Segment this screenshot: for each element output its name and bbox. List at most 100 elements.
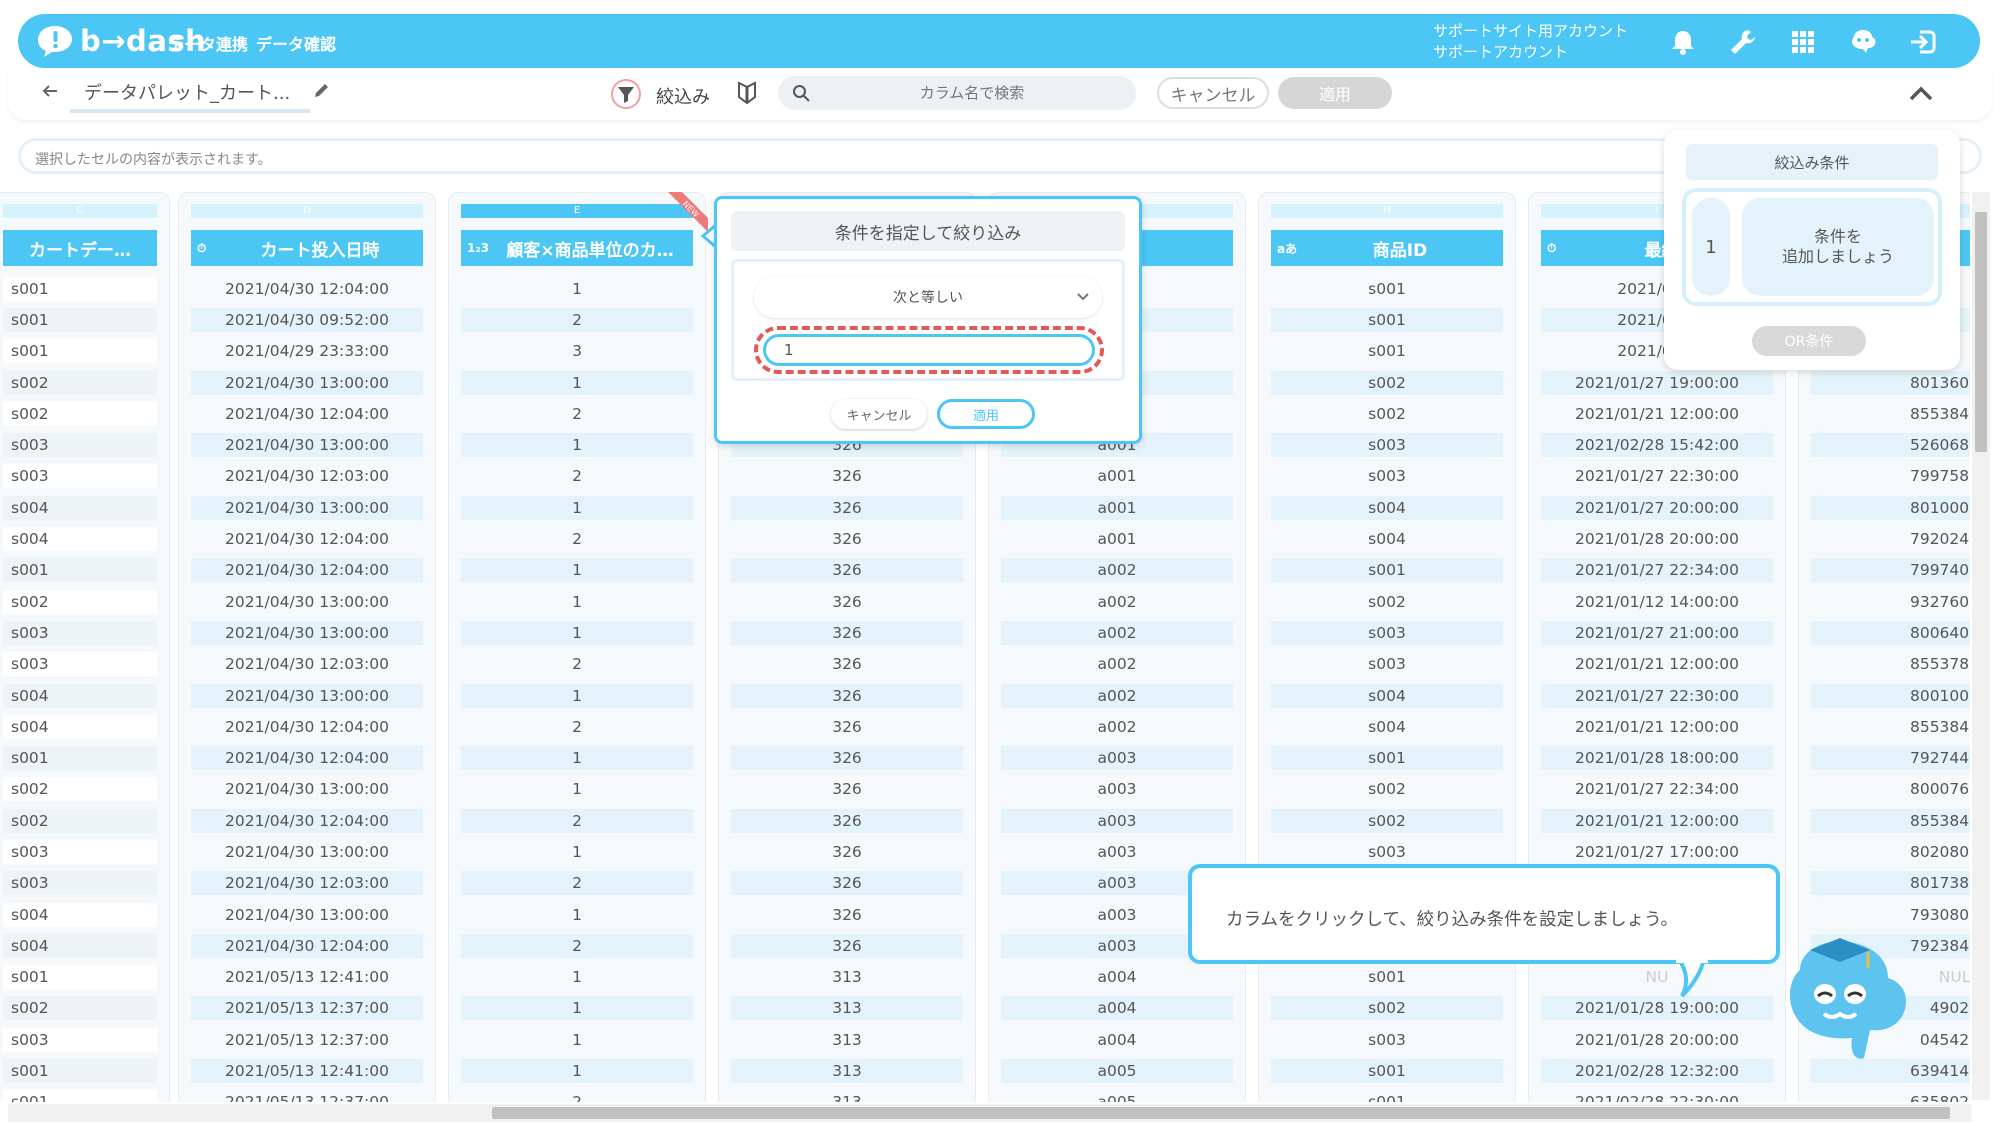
table-cell[interactable]: 1 [461,492,693,523]
table-cell[interactable]: s003 [1271,429,1503,460]
column-header[interactable]: ⏱ カート投入日時 [191,230,423,266]
toolbar-cancel-button[interactable]: キャンセル [1157,77,1269,109]
table-cell[interactable]: 2021/04/30 12:04:00 [191,742,423,773]
table-cell[interactable]: s001 [3,742,157,773]
mascot-icon[interactable] [1848,27,1878,57]
table-cell[interactable]: 2 [461,1087,693,1102]
table-cell[interactable]: a004 [1001,993,1233,1024]
table-cell[interactable]: 2021/04/30 13:00:00 [191,367,423,398]
table-cell[interactable]: a001 [1001,492,1233,523]
table-cell[interactable]: 2021/04/30 12:03:00 [191,649,423,680]
table-cell[interactable]: 2021/04/29 23:33:00 [191,336,423,367]
table-cell[interactable]: s001 [3,1087,157,1102]
table-cell[interactable]: s001 [3,304,157,335]
table-cell[interactable]: s001 [1271,304,1503,335]
table-cell[interactable]: s003 [3,836,157,867]
table-cell[interactable]: s002 [3,774,157,805]
table-cell[interactable]: 2021/02/28 12:32:00 [1541,1055,1773,1086]
table-cell[interactable]: a005 [1001,1055,1233,1086]
table-cell[interactable]: s003 [1271,1024,1503,1055]
table-cell[interactable]: 2021/01/27 21:00:00 [1541,617,1773,648]
table-cell[interactable]: s004 [1271,492,1503,523]
table-cell[interactable]: a002 [1001,617,1233,648]
wrench-icon[interactable] [1728,27,1758,57]
table-cell[interactable]: 2021/04/30 13:00:00 [191,492,423,523]
table-cell[interactable]: 7997400 [1811,555,1970,586]
table-cell[interactable]: 7997580 [1811,461,1970,492]
column-letter[interactable]: H [1271,204,1503,218]
table-cell[interactable]: 2021/04/30 12:04:00 [191,930,423,961]
table-cell[interactable]: 1 [461,680,693,711]
table-cell[interactable]: s002 [1271,367,1503,398]
table-cell[interactable]: s001 [1271,742,1503,773]
table-cell[interactable]: 326 [731,711,963,742]
table-cell[interactable]: 2021/04/30 13:00:00 [191,774,423,805]
table-cell[interactable]: a003 [1001,774,1233,805]
table-cell[interactable]: s003 [1271,617,1503,648]
table-cell[interactable]: 5260680 [1811,429,1970,460]
table-cell[interactable]: s002 [1271,805,1503,836]
logout-icon[interactable] [1908,27,1938,57]
nav-data-integration[interactable]: データ連携 [168,31,248,55]
filter-button[interactable] [611,79,641,109]
table-cell[interactable]: s003 [3,868,157,899]
table-cell[interactable]: 7930800 [1811,899,1970,930]
table-cell[interactable]: 8013600 [1811,367,1970,398]
table-cell[interactable]: a002 [1001,680,1233,711]
table-cell[interactable]: 313 [731,1024,963,1055]
table-cell[interactable]: s003 [3,649,157,680]
table-cell[interactable]: 2021/04/30 12:03:00 [191,868,423,899]
table-cell[interactable]: s002 [3,586,157,617]
table-cell[interactable]: 2 [461,649,693,680]
table-cell[interactable]: 313 [731,1087,963,1102]
table-cell[interactable]: 326 [731,680,963,711]
horizontal-scroll-thumb[interactable] [492,1107,1950,1119]
table-cell[interactable]: 2021/05/13 12:37:00 [191,1087,423,1102]
table-cell[interactable]: NU [1541,962,1773,993]
table-cell[interactable]: 2021/01/28 20:00:00 [1541,523,1773,554]
table-cell[interactable]: 2021/01/27 22:34:00 [1541,555,1773,586]
table-cell[interactable]: 2021/01/21 12:00:00 [1541,649,1773,680]
table-cell[interactable]: s002 [3,398,157,429]
table-cell[interactable]: 2021/01/21 12:00:00 [1541,398,1773,429]
vertical-scrollbar[interactable] [1972,192,1990,1100]
table-cell[interactable]: 326 [731,868,963,899]
table-cell[interactable]: s003 [1271,649,1503,680]
table-cell[interactable]: 326 [731,492,963,523]
table-cell[interactable]: s002 [3,367,157,398]
table-cell[interactable]: 2021/01/28 20:00:00 [1541,1024,1773,1055]
table-cell[interactable]: 3 [461,336,693,367]
table-cell[interactable]: 2021/04/30 13:00:00 [191,586,423,617]
table-cell[interactable]: a003 [1001,836,1233,867]
table-cell[interactable]: 313 [731,1055,963,1086]
table-cell[interactable]: a002 [1001,555,1233,586]
table-cell[interactable]: 2021/04/30 12:04:00 [191,555,423,586]
table-cell[interactable]: 2021/04/30 12:04:00 [191,711,423,742]
table-cell[interactable]: 1 [461,1024,693,1055]
table-cell[interactable]: 326 [731,461,963,492]
table-cell[interactable]: s003 [3,429,157,460]
table-cell[interactable]: s004 [3,899,157,930]
table-cell[interactable]: s003 [1271,836,1503,867]
table-cell[interactable]: 2021/01/21 12:00:00 [1541,805,1773,836]
table-cell[interactable]: 2021/05/13 12:37:00 [191,993,423,1024]
table-cell[interactable]: a002 [1001,649,1233,680]
table-cell[interactable]: 1 [461,555,693,586]
table-cell[interactable]: a003 [1001,805,1233,836]
table-cell[interactable]: s004 [3,711,157,742]
edit-pencil-icon[interactable] [312,82,330,100]
account-info[interactable]: サポートサイト用アカウント サポートアカウント [1433,21,1628,63]
table-cell[interactable]: a004 [1001,962,1233,993]
table-cell[interactable]: 8010000 [1811,492,1970,523]
column-d[interactable]: D ⏱ カート投入日時 2021/04/30 12:04:00 2021/04/30 0… [178,192,436,1102]
table-cell[interactable]: a002 [1001,586,1233,617]
bell-icon[interactable] [1668,27,1698,57]
table-cell[interactable]: s001 [3,962,157,993]
table-cell[interactable]: s002 [1271,586,1503,617]
table-cell[interactable]: 2021/01/27 22:30:00 [1541,461,1773,492]
table-cell[interactable]: 2021/04/30 12:04:00 [191,273,423,304]
table-cell[interactable]: s003 [3,1024,157,1055]
table-cell[interactable]: 313 [731,962,963,993]
table-cell[interactable]: s004 [1271,523,1503,554]
table-cell[interactable]: 1 [461,586,693,617]
